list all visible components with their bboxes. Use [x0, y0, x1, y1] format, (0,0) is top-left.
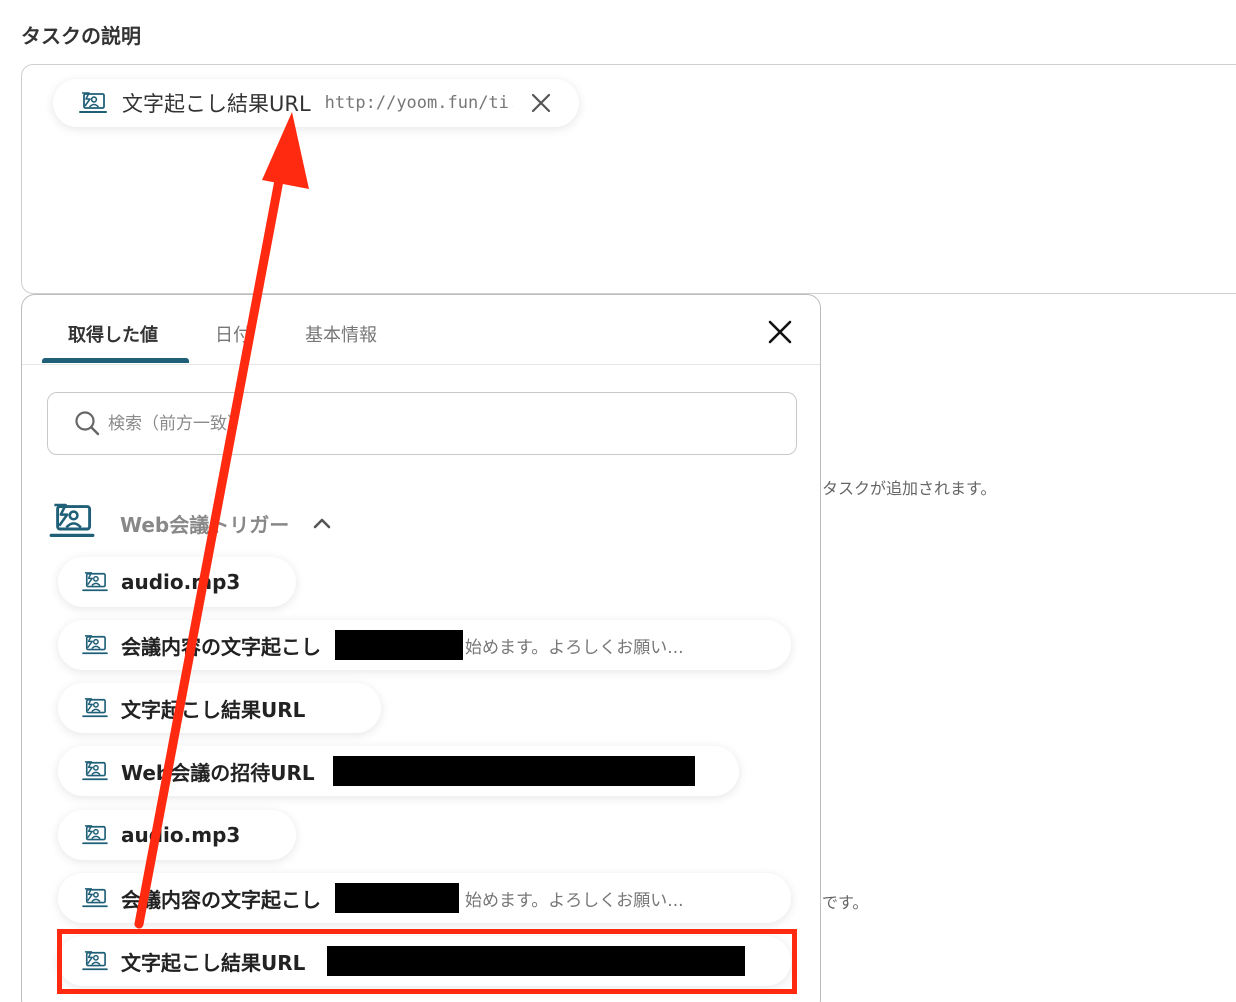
web-meeting-icon [81, 824, 109, 846]
item-label: 会議内容の文字起こし [121, 887, 321, 912]
picker-tabs: 取得した値 日付 基本情報 [22, 295, 820, 365]
web-meeting-trigger-group[interactable]: Web会議トリガー [48, 500, 348, 546]
item-label: audio.mp3 [121, 570, 241, 594]
item-label: Web会議の招待URL [121, 760, 315, 785]
list-item[interactable]: Web会議の招待URL [58, 746, 739, 796]
redacted-value [327, 946, 746, 976]
close-icon[interactable] [531, 93, 551, 113]
redacted-value [335, 630, 463, 660]
list-item[interactable]: 会議内容の文字起こし 始めます。よろしくお願い... [58, 873, 791, 923]
list-item[interactable]: audio.mp3 [58, 810, 296, 860]
web-meeting-icon [81, 950, 109, 972]
web-meeting-icon [81, 571, 109, 593]
group-title: Web会議トリガー [120, 512, 290, 537]
background-hint-text: タスクが追加されます。 [822, 479, 997, 498]
tab-retrieved-values[interactable]: 取得した値 [68, 321, 158, 347]
web-meeting-icon [81, 760, 109, 782]
background-hint-text: です。 [822, 893, 869, 912]
web-meeting-icon [81, 634, 109, 656]
web-meeting-icon [48, 501, 96, 545]
tab-date[interactable]: 日付 [215, 321, 251, 347]
list-item[interactable]: 文字起こし結果URL [58, 683, 381, 733]
list-item[interactable]: audio.mp3 [58, 557, 296, 607]
web-meeting-icon [81, 887, 109, 909]
web-meeting-icon [78, 91, 108, 115]
inserted-variable-chip[interactable]: 文字起こし結果URL http://yoom.fun/ti... [53, 79, 579, 127]
chevron-up-icon[interactable] [313, 517, 331, 529]
search-field [47, 392, 797, 455]
active-tab-indicator [42, 358, 189, 363]
section-title: タスクの説明 [21, 24, 141, 48]
redacted-value [332, 756, 695, 786]
tab-basic-info[interactable]: 基本情報 [305, 321, 377, 347]
chip-value: http://yoom.fun/ti... [324, 93, 513, 113]
web-meeting-icon [81, 697, 109, 719]
item-value: 始めます。よろしくお願い... [465, 890, 684, 911]
item-value: 始めます。よろしくお願い... [465, 637, 684, 658]
list-item[interactable]: 文字起こし結果URL [58, 936, 791, 986]
list-item[interactable]: 会議内容の文字起こし 始めます。よろしくお願い... [58, 620, 791, 670]
redacted-value [335, 883, 459, 913]
item-label: audio.mp3 [121, 823, 241, 847]
item-label: 文字起こし結果URL [121, 697, 306, 722]
item-label: 文字起こし結果URL [121, 950, 306, 975]
close-icon[interactable] [767, 319, 793, 349]
search-icon [74, 410, 100, 442]
item-label: 会議内容の文字起こし [121, 634, 321, 659]
chip-label: 文字起こし結果URL [122, 92, 311, 116]
search-input[interactable] [108, 407, 748, 441]
